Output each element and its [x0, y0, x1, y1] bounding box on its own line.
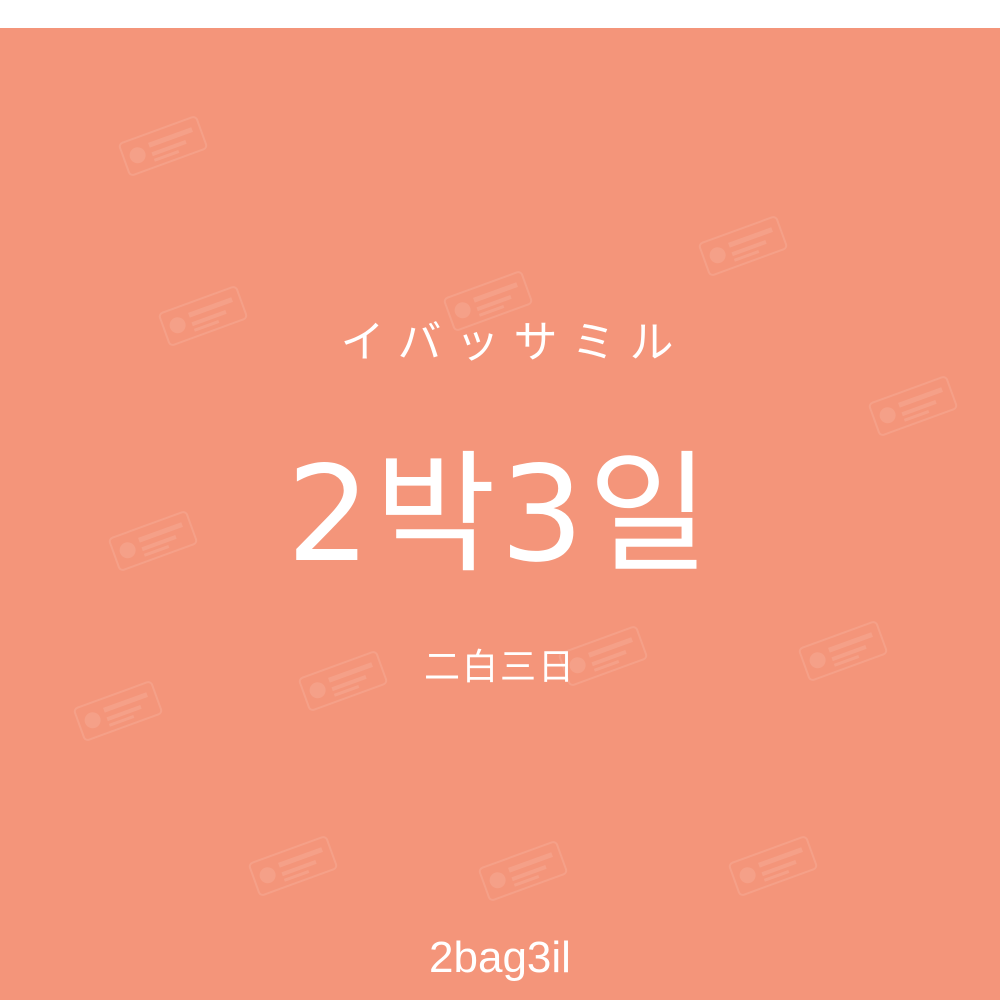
word-card: イバッサミル 2박3일 二白三日 2bag3il	[0, 28, 1000, 1000]
korean-title: 2박3일	[286, 438, 714, 592]
koreaa-logo-watermark-icon	[245, 830, 342, 903]
page: イバッサミル 2박3일 二白三日 2bag3il	[0, 0, 1000, 1000]
japanese-subtitle: イバッサミル	[340, 317, 688, 368]
hanja-text: 二白三日	[423, 647, 576, 688]
romanization-text: 2bag3il	[429, 933, 571, 982]
koreaa-logo-watermark-icon	[695, 210, 792, 283]
koreaa-logo-watermark-icon	[725, 830, 822, 903]
koreaa-logo-watermark-icon	[115, 110, 212, 183]
koreaa-logo-watermark-icon	[475, 835, 572, 908]
